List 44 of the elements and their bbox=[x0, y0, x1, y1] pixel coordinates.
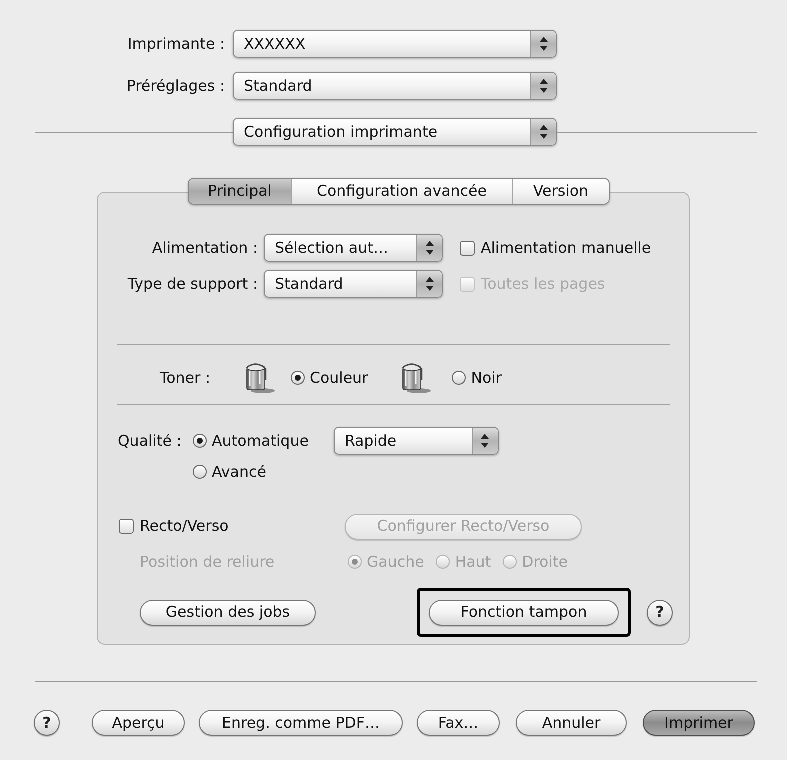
checkbox[interactable] bbox=[119, 519, 134, 534]
field-label: Préréglages : bbox=[126, 78, 225, 94]
field-label: Toner : bbox=[160, 370, 211, 386]
help-button[interactable]: ? bbox=[647, 600, 673, 626]
fax-button[interactable]: Fax… bbox=[417, 710, 500, 736]
tab[interactable]: Configuration avancée bbox=[291, 179, 512, 204]
paint-can-icon bbox=[244, 362, 276, 394]
popup-menu[interactable]: XXXXXX bbox=[233, 30, 557, 58]
tab[interactable]: Version bbox=[512, 179, 609, 204]
radio-button[interactable] bbox=[452, 371, 466, 385]
checkbox-option[interactable]: Recto/Verso bbox=[119, 519, 229, 534]
field-label: Imprimante : bbox=[128, 36, 225, 52]
help-button[interactable]: ? bbox=[34, 710, 60, 736]
radio-option[interactable]: Noir bbox=[452, 370, 502, 386]
cancel-button[interactable]: Annuler bbox=[516, 710, 627, 736]
popup-menu[interactable]: Rapide bbox=[334, 427, 499, 455]
radio-option[interactable]: Automatique bbox=[193, 434, 309, 448]
up-down-arrows-icon bbox=[416, 235, 442, 261]
print-button[interactable]: Imprimer bbox=[643, 710, 755, 736]
radio-button[interactable] bbox=[193, 465, 207, 479]
popup-menu[interactable]: Configuration imprimante bbox=[233, 118, 557, 146]
stamp-function-button[interactable]: Fonction tampon bbox=[429, 600, 619, 626]
radio-option[interactable]: Couleur bbox=[291, 370, 368, 386]
up-down-arrows-icon bbox=[472, 428, 498, 454]
field-label: Qualité : bbox=[118, 434, 182, 448]
field-label: Position de reliure bbox=[140, 554, 275, 570]
up-down-arrows-icon bbox=[416, 271, 442, 297]
popup-menu[interactable]: Sélection aut… bbox=[264, 234, 443, 262]
tab[interactable]: Principal bbox=[189, 179, 291, 204]
up-down-arrows-icon bbox=[530, 31, 556, 57]
up-down-arrows-icon bbox=[530, 73, 556, 99]
preview-button[interactable]: Aperçu bbox=[92, 710, 185, 736]
job-management-button[interactable]: Gestion des jobs bbox=[140, 600, 316, 626]
popup-menu[interactable]: Standard bbox=[233, 72, 557, 100]
radio-option[interactable]: Avancé bbox=[193, 464, 266, 480]
paint-can-icon bbox=[400, 362, 432, 394]
popup-menu[interactable]: Standard bbox=[264, 270, 443, 298]
checkbox[interactable] bbox=[460, 240, 475, 256]
field-label: Alimentation : bbox=[152, 240, 258, 256]
checkbox-option[interactable]: Alimentation manuelle bbox=[460, 240, 652, 256]
field-label: Type de support : bbox=[128, 276, 258, 292]
radio-button[interactable] bbox=[193, 434, 207, 448]
save-pdf-button[interactable]: Enreg. comme PDF… bbox=[199, 710, 403, 736]
radio-button[interactable] bbox=[291, 371, 305, 385]
